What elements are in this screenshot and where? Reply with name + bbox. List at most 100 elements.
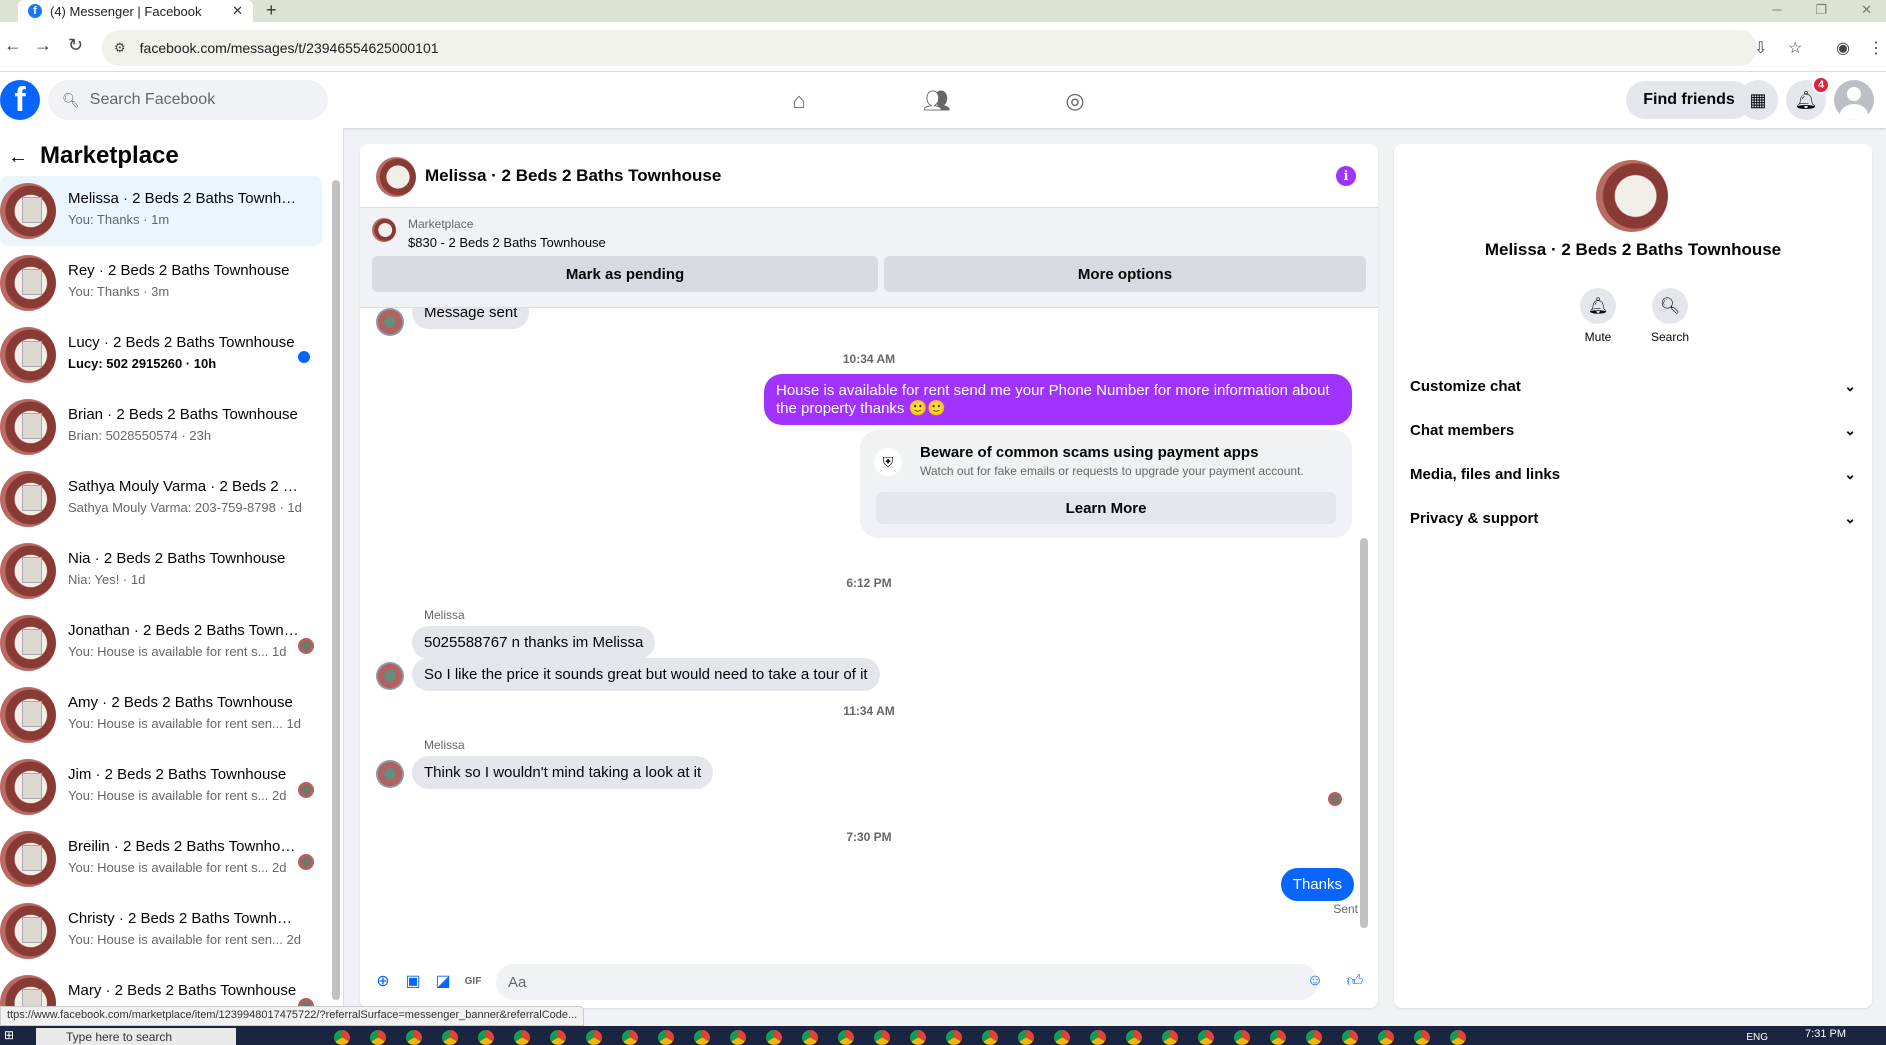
bookmark-star-icon[interactable]: ☆ <box>1788 38 1802 58</box>
conversation-item[interactable]: Amy · 2 Beds 2 Baths Townhouse You: Hous… <box>0 680 322 750</box>
profile-icon[interactable]: ◉ <box>1836 38 1850 58</box>
chrome-app-icon[interactable] <box>406 1030 422 1045</box>
conversation-item[interactable]: Nia · 2 Beds 2 Baths Townhouse Nia: Yes!… <box>0 536 322 606</box>
contact-avatar[interactable] <box>1596 160 1668 232</box>
chrome-app-icon[interactable] <box>946 1030 962 1045</box>
chrome-app-icon[interactable] <box>658 1030 674 1045</box>
conversation-avatar <box>0 759 56 815</box>
search-conversation-button[interactable]: 🔍︎ Search <box>1640 288 1700 344</box>
groups-icon[interactable]: ◎ <box>1060 86 1090 116</box>
thumbs-up-icon[interactable]: 👍︎ <box>1344 970 1366 992</box>
conversation-item[interactable]: Lucy · 2 Beds 2 Baths Townhouse Lucy: 50… <box>0 320 322 390</box>
conversation-item[interactable]: Brian · 2 Beds 2 Baths Townhouse Brian: … <box>0 392 322 462</box>
chrome-menu-icon[interactable]: ⋮ <box>1868 38 1884 58</box>
account-avatar[interactable] <box>1834 80 1874 120</box>
section-privacy-support[interactable]: Privacy & support ⌄ <box>1410 498 1856 538</box>
chat-title[interactable]: Melissa · 2 Beds 2 Baths Townhouse <box>425 166 721 186</box>
listing-title[interactable]: $830 - 2 Beds 2 Baths Townhouse <box>408 235 606 250</box>
conversation-item[interactable]: Rey · 2 Beds 2 Baths Townhouse You: Than… <box>0 248 322 318</box>
gif-icon[interactable]: GIF <box>462 970 484 992</box>
browser-tab[interactable]: f (4) Messenger | Facebook ✕ <box>18 0 253 22</box>
chrome-app-icon[interactable] <box>1450 1030 1466 1045</box>
chrome-app-icon[interactable] <box>334 1030 350 1045</box>
chrome-app-icon[interactable] <box>838 1030 854 1045</box>
chrome-app-icon[interactable] <box>514 1030 530 1045</box>
plus-circle-icon[interactable]: ⊕ <box>372 970 394 992</box>
section-media-files-links[interactable]: Media, files and links ⌄ <box>1410 454 1856 494</box>
section-chat-members[interactable]: Chat members ⌄ <box>1410 410 1856 450</box>
section-customize-chat[interactable]: Customize chat ⌄ <box>1410 366 1856 406</box>
back-icon[interactable]: ← <box>4 35 22 56</box>
facebook-logo-icon[interactable]: f <box>0 80 40 120</box>
install-app-icon[interactable]: ⇩ <box>1754 38 1767 58</box>
chrome-app-icon[interactable] <box>1414 1030 1430 1045</box>
message-input[interactable]: Aa <box>496 964 1318 1000</box>
chrome-app-icon[interactable] <box>478 1030 494 1045</box>
find-friends-button[interactable]: Find friends <box>1626 81 1752 119</box>
restore-icon[interactable]: ❐ <box>1815 2 1827 18</box>
chrome-app-icon[interactable] <box>1198 1030 1214 1045</box>
clock[interactable]: 7:31 PM <box>1805 1028 1846 1040</box>
new-tab-button[interactable]: + <box>266 0 277 21</box>
chrome-app-icon[interactable] <box>1306 1030 1322 1045</box>
minimize-icon[interactable]: ─ <box>1772 2 1781 18</box>
taskbar-search[interactable]: Type here to search <box>36 1028 236 1045</box>
site-settings-icon[interactable]: ⚙ <box>114 40 126 56</box>
mark-pending-button[interactable]: Mark as pending <box>372 256 878 292</box>
forward-icon[interactable]: → <box>34 35 52 56</box>
chrome-app-icon[interactable] <box>1162 1030 1178 1045</box>
mute-button[interactable]: 🔔︎ Mute <box>1568 288 1628 344</box>
back-arrow-icon[interactable]: ← <box>8 146 28 169</box>
url-field[interactable]: ⚙ facebook.com/messages/t/23946554625000… <box>102 30 1757 66</box>
chrome-app-icon[interactable] <box>1342 1030 1358 1045</box>
menu-grid-icon[interactable]: ▦ <box>1738 80 1778 120</box>
conversation-item[interactable]: Sathya Mouly Varma · 2 Beds 2 Baths Town… <box>0 464 322 534</box>
conversation-item[interactable]: Melissa · 2 Beds 2 Baths Townhouse You: … <box>0 176 322 246</box>
chrome-app-icon[interactable] <box>442 1030 458 1045</box>
chrome-app-icon[interactable] <box>1378 1030 1394 1045</box>
chrome-app-icon[interactable] <box>1270 1030 1286 1045</box>
conversation-item[interactable]: Christy · 2 Beds 2 Baths Townhouse You: … <box>0 896 322 966</box>
chrome-app-icon[interactable] <box>730 1030 746 1045</box>
message-placeholder: Aa <box>508 973 527 991</box>
conversation-item[interactable]: Jonathan · 2 Beds 2 Baths Townhouse You:… <box>0 608 322 678</box>
windows-start-icon[interactable]: ⊞ <box>4 1028 14 1042</box>
chrome-app-icon[interactable] <box>1018 1030 1034 1045</box>
photo-icon[interactable]: ▣ <box>402 970 424 992</box>
tab-close-icon[interactable]: ✕ <box>232 3 243 19</box>
listing-thumbnail[interactable] <box>372 218 396 242</box>
chrome-app-icon[interactable] <box>370 1030 386 1045</box>
chrome-app-icon[interactable] <box>586 1030 602 1045</box>
chrome-app-icon[interactable] <box>1126 1030 1142 1045</box>
friends-icon[interactable]: 👥︎ <box>922 86 952 116</box>
emoji-icon[interactable]: ☺ <box>1304 970 1326 992</box>
more-options-button[interactable]: More options <box>884 256 1366 292</box>
chrome-app-icon[interactable] <box>1234 1030 1250 1045</box>
chrome-app-icon[interactable] <box>982 1030 998 1045</box>
search-facebook-input[interactable]: 🔍︎ Search Facebook <box>48 80 328 120</box>
sticker-icon[interactable]: ◪ <box>432 970 454 992</box>
conversation-item[interactable]: Jim · 2 Beds 2 Baths Townhouse You: Hous… <box>0 752 322 822</box>
sender-avatar <box>376 308 404 336</box>
chrome-app-icon[interactable] <box>1054 1030 1070 1045</box>
chat-avatar[interactable] <box>376 157 416 197</box>
chrome-app-icon[interactable] <box>802 1030 818 1045</box>
chrome-app-icon[interactable] <box>766 1030 782 1045</box>
chat-scrollbar[interactable] <box>1360 538 1368 928</box>
language-indicator[interactable]: ENG <box>1746 1032 1768 1043</box>
learn-more-button[interactable]: Learn More <box>876 492 1336 524</box>
reload-icon[interactable]: ↻ <box>68 35 83 56</box>
search-icon: 🔍︎ <box>1652 288 1688 324</box>
chrome-app-icon[interactable] <box>550 1030 566 1045</box>
info-icon[interactable]: i <box>1336 166 1356 186</box>
chrome-app-icon[interactable] <box>622 1030 638 1045</box>
chrome-app-icon[interactable] <box>694 1030 710 1045</box>
chrome-app-icon[interactable] <box>874 1030 890 1045</box>
chrome-app-icon[interactable] <box>1090 1030 1106 1045</box>
chrome-app-icon[interactable] <box>910 1030 926 1045</box>
conversation-item[interactable]: Breilin · 2 Beds 2 Baths Townhouse You: … <box>0 824 322 894</box>
sender-avatar <box>376 760 404 788</box>
window-close-icon[interactable]: ✕ <box>1861 2 1872 18</box>
sidebar-scrollbar[interactable] <box>332 180 340 1000</box>
home-icon[interactable]: ⌂ <box>784 86 814 116</box>
